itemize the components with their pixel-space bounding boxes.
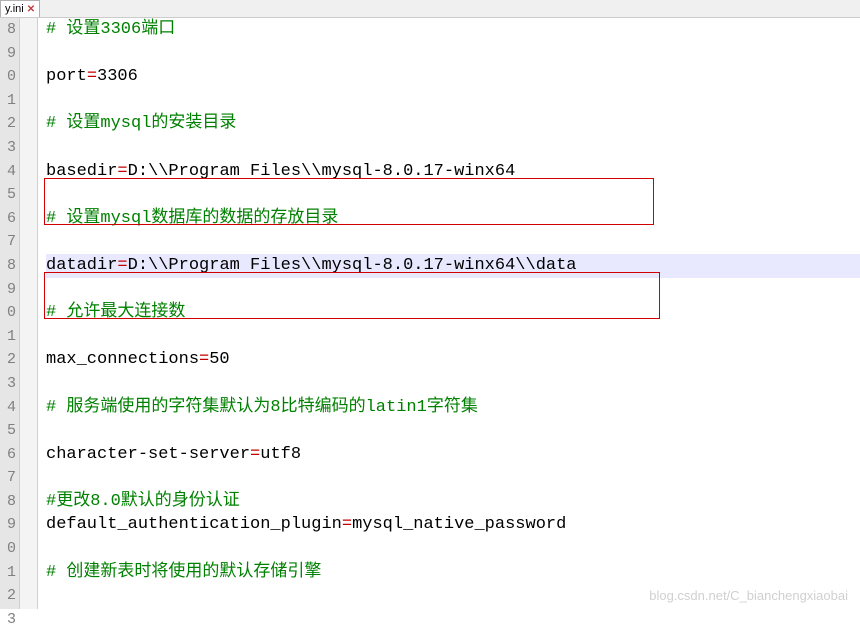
- line-number: 6: [0, 443, 16, 467]
- line-number: 0: [0, 65, 16, 89]
- editor-area: 89012345678901234567890123 # 设置3306端口 po…: [0, 18, 860, 609]
- line-number: 3: [0, 608, 16, 631]
- line-number: 8: [0, 254, 16, 278]
- line-number: 1: [0, 89, 16, 113]
- line-number: 5: [0, 183, 16, 207]
- code-line: [46, 278, 860, 302]
- code-line: [46, 136, 860, 160]
- line-number: 9: [0, 513, 16, 537]
- code-line: max_connections=50: [46, 348, 860, 372]
- code-line: default_authentication_plugin=mysql_nati…: [46, 513, 860, 537]
- code-line: [46, 466, 860, 490]
- line-number: 3: [0, 136, 16, 160]
- line-number: 3: [0, 372, 16, 396]
- code-line: character-set-server=utf8: [46, 443, 860, 467]
- code-area[interactable]: # 设置3306端口 port=3306 # 设置mysql的安装目录 base…: [38, 18, 860, 609]
- line-number: 2: [0, 112, 16, 136]
- line-number: 2: [0, 348, 16, 372]
- code-line: # 创建新表时将使用的默认存储引擎: [46, 561, 860, 585]
- code-line: #更改8.0默认的身份认证: [46, 490, 860, 514]
- line-number: 1: [0, 561, 16, 585]
- line-number: 8: [0, 18, 16, 42]
- tab-filename: y.ini: [5, 3, 24, 15]
- code-line: datadir=D:\\Program Files\\mysql-8.0.17-…: [46, 254, 860, 278]
- code-line: [46, 537, 860, 561]
- code-line: [46, 183, 860, 207]
- line-number-gutter: 89012345678901234567890123: [0, 18, 20, 609]
- line-number: 6: [0, 207, 16, 231]
- code-line: # 设置3306端口: [46, 18, 860, 42]
- code-line: [46, 325, 860, 349]
- code-line: # 设置mysql的安装目录: [46, 112, 860, 136]
- line-number: 0: [0, 537, 16, 561]
- fold-margin: [20, 18, 38, 609]
- line-number: 4: [0, 160, 16, 184]
- tab-bar: y.ini ✕: [0, 0, 860, 18]
- code-line: [46, 372, 860, 396]
- line-number: 5: [0, 419, 16, 443]
- line-number: 0: [0, 301, 16, 325]
- line-number: 1: [0, 325, 16, 349]
- code-line: [46, 42, 860, 66]
- file-tab[interactable]: y.ini ✕: [0, 0, 40, 17]
- code-line: basedir=D:\\Program Files\\mysql-8.0.17-…: [46, 160, 860, 184]
- line-number: 2: [0, 584, 16, 608]
- code-line: [46, 89, 860, 113]
- line-number: 9: [0, 42, 16, 66]
- line-number: 7: [0, 230, 16, 254]
- code-line: port=3306: [46, 65, 860, 89]
- code-line: # 服务端使用的字符集默认为8比特编码的latin1字符集: [46, 396, 860, 420]
- line-number: 9: [0, 278, 16, 302]
- line-number: 7: [0, 466, 16, 490]
- code-line: # 允许最大连接数: [46, 301, 860, 325]
- code-line: # 设置mysql数据库的数据的存放目录: [46, 207, 860, 231]
- code-line: [46, 230, 860, 254]
- code-line: [46, 419, 860, 443]
- line-number: 8: [0, 490, 16, 514]
- watermark: blog.csdn.net/C_bianchengxiaobai: [649, 588, 848, 603]
- line-number: 4: [0, 396, 16, 420]
- close-icon[interactable]: ✕: [27, 4, 35, 15]
